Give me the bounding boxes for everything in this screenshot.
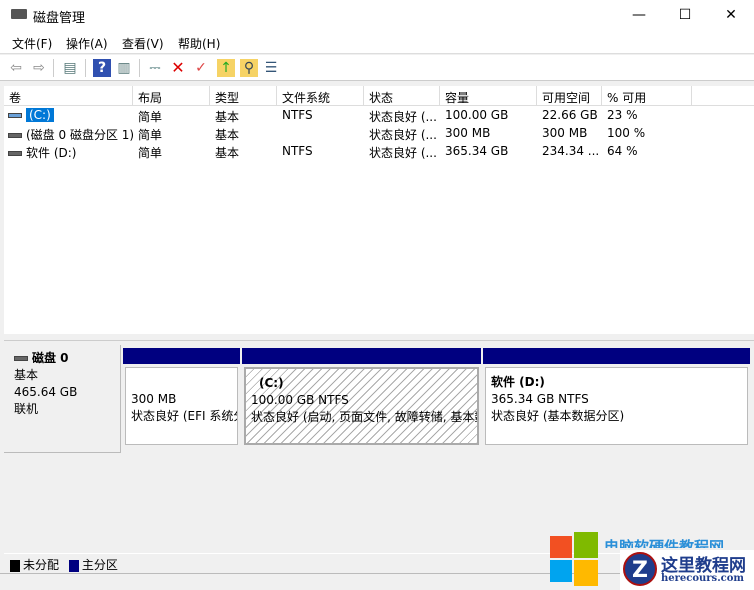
cell-layout: 简单 [138, 110, 163, 124]
column-header-percent-free[interactable]: % 可用 [602, 86, 692, 106]
menu-view[interactable]: 查看(V) [122, 35, 164, 52]
partition-d[interactable]: 软件 (D:) 365.34 GB NTFS 状态良好 (基本数据分区) [483, 348, 750, 448]
column-header-filesystem[interactable]: 文件系统 [277, 86, 364, 106]
disk-management-icon [11, 9, 27, 19]
partition-c[interactable]: (C:) 100.00 GB NTFS 状态良好 (启动, 页面文件, 故障转储… [242, 348, 481, 448]
cell-percent-free: 100 % [607, 126, 646, 140]
drive-icon [8, 133, 22, 138]
drive-icon [8, 113, 22, 118]
action-pane-icon[interactable]: ▥ [115, 59, 133, 77]
cell-type: 基本 [215, 146, 240, 160]
search-folder-icon[interactable]: ⚲ [240, 59, 258, 77]
checklist-icon[interactable]: ☰ [262, 59, 280, 77]
legend-primary: 主分区 [81, 558, 118, 572]
disk-icon [14, 356, 28, 361]
cell-status: 状态良好 (... [369, 146, 437, 160]
cell-filesystem [277, 125, 364, 143]
minimize-button[interactable]: — [616, 0, 662, 30]
folder-up-icon[interactable]: ↑ [217, 59, 235, 77]
maximize-button[interactable]: ☐ [662, 0, 708, 30]
cell-percent-free: 23 % [607, 108, 638, 122]
legend-unallocated: 未分配 [23, 558, 60, 572]
cell-capacity: 100.00 GB [445, 108, 509, 122]
close-button[interactable]: ✕ [708, 0, 754, 30]
delete-icon[interactable]: ✕ [169, 59, 187, 77]
cell-type: 基本 [215, 128, 240, 142]
partition-efi[interactable]: 300 MB 状态良好 (EFI 系统分区) [123, 348, 240, 448]
separator [53, 59, 54, 77]
column-header-volume[interactable]: 卷 [4, 86, 133, 106]
cell-capacity: 365.34 GB [445, 144, 509, 158]
partition-size: 300 MB [131, 392, 177, 406]
partition-size: 100.00 GB NTFS [251, 393, 349, 407]
partition-bar [483, 348, 750, 364]
partition-status: 状态良好 (EFI 系统分区) [131, 409, 237, 423]
console-tree-icon[interactable]: ▤ [61, 59, 79, 77]
connect-drive-icon[interactable]: ⎓ [146, 59, 164, 77]
volume-name: 软件 (D:) [26, 146, 77, 160]
cell-filesystem: NTFS [282, 108, 313, 122]
cell-percent-free: 64 % [607, 144, 638, 158]
disk-size: 465.64 GB [14, 385, 78, 399]
forward-icon[interactable]: ⇨ [30, 59, 48, 77]
partition-label: 软件 (D:) [491, 375, 545, 389]
disk-type: 基本 [14, 368, 39, 382]
separator [139, 59, 140, 77]
partition-size: 365.34 GB NTFS [491, 392, 589, 406]
partition-label [131, 374, 232, 391]
watermark-url: herecours.com [661, 573, 745, 584]
menu-help[interactable]: 帮助(H) [178, 35, 220, 52]
cell-type: 基本 [215, 110, 240, 124]
cell-layout: 简单 [138, 146, 163, 160]
back-icon[interactable]: ⇦ [7, 59, 25, 77]
table-row[interactable]: (磁盘 0 磁盘分区 1) 简单 基本 状态良好 (... 300 MB 300… [4, 125, 754, 143]
column-header-free-space[interactable]: 可用空间 [537, 86, 602, 106]
window-title: 磁盘管理 [33, 11, 86, 26]
disk-name: 磁盘 0 [32, 351, 69, 365]
column-header-type[interactable]: 类型 [210, 86, 277, 106]
toolbar: ⇦ ⇨ ▤ ? ▥ ⎓ ✕ ✓ ↑ ⚲ ☰ [0, 55, 754, 81]
cell-free-space: 300 MB [542, 126, 588, 140]
separator [85, 59, 86, 77]
legend-swatch-unallocated [10, 559, 20, 572]
cell-capacity: 300 MB [445, 126, 491, 140]
volume-name: (磁盘 0 磁盘分区 1) [26, 128, 133, 142]
partition-bar [242, 348, 481, 364]
properties-icon[interactable]: ✓ [192, 59, 210, 77]
cell-status: 状态良好 (... [369, 128, 437, 142]
volume-list: 卷 布局 类型 文件系统 状态 容量 可用空间 % 可用 (C:) 简单 基本 … [4, 86, 754, 334]
partition-status: 状态良好 (启动, 页面文件, 故障转储, 基本数据分区) [251, 410, 477, 424]
disk-status: 联机 [14, 402, 39, 416]
menu-bar: 文件(F) 操作(A) 查看(V) 帮助(H) [0, 30, 754, 54]
column-header-empty [692, 86, 754, 106]
table-body: (C:) 简单 基本 NTFS 状态良好 (... 100.00 GB 22.6… [4, 107, 754, 161]
title-bar: 磁盘管理 — ☐ ✕ [0, 0, 754, 30]
volume-name: (C:) [26, 108, 54, 122]
drive-icon [8, 151, 22, 156]
watermark: 电脑软硬件教程网 Z 这里教程网 herecours.com [548, 532, 754, 590]
table-row[interactable]: 软件 (D:) 简单 基本 NTFS 状态良好 (... 365.34 GB 2… [4, 143, 754, 161]
cell-status: 状态良好 (... [369, 110, 437, 124]
cell-layout: 简单 [138, 128, 163, 142]
disk-info-panel[interactable]: 磁盘 0 基本 465.64 GB 联机 [4, 345, 121, 453]
partition-bar [123, 348, 240, 364]
menu-action[interactable]: 操作(A) [66, 35, 108, 52]
column-header-capacity[interactable]: 容量 [440, 86, 537, 106]
cell-free-space: 22.66 GB [542, 108, 598, 122]
table-row[interactable]: (C:) 简单 基本 NTFS 状态良好 (... 100.00 GB 22.6… [4, 107, 754, 125]
menu-file[interactable]: 文件(F) [12, 35, 52, 52]
windows-logo-icon [550, 536, 572, 558]
column-header-layout[interactable]: 布局 [133, 86, 210, 106]
cell-filesystem: NTFS [282, 144, 313, 158]
watermark-text: 电脑软硬件教程网 [604, 538, 725, 548]
help-icon[interactable]: ? [93, 59, 111, 77]
cell-free-space: 234.34 ... [542, 144, 600, 158]
partition-label: (C:) [259, 376, 284, 390]
legend-swatch-primary [68, 559, 79, 572]
partition-status: 状态良好 (基本数据分区) [491, 409, 625, 423]
column-header-status[interactable]: 状态 [364, 86, 440, 106]
